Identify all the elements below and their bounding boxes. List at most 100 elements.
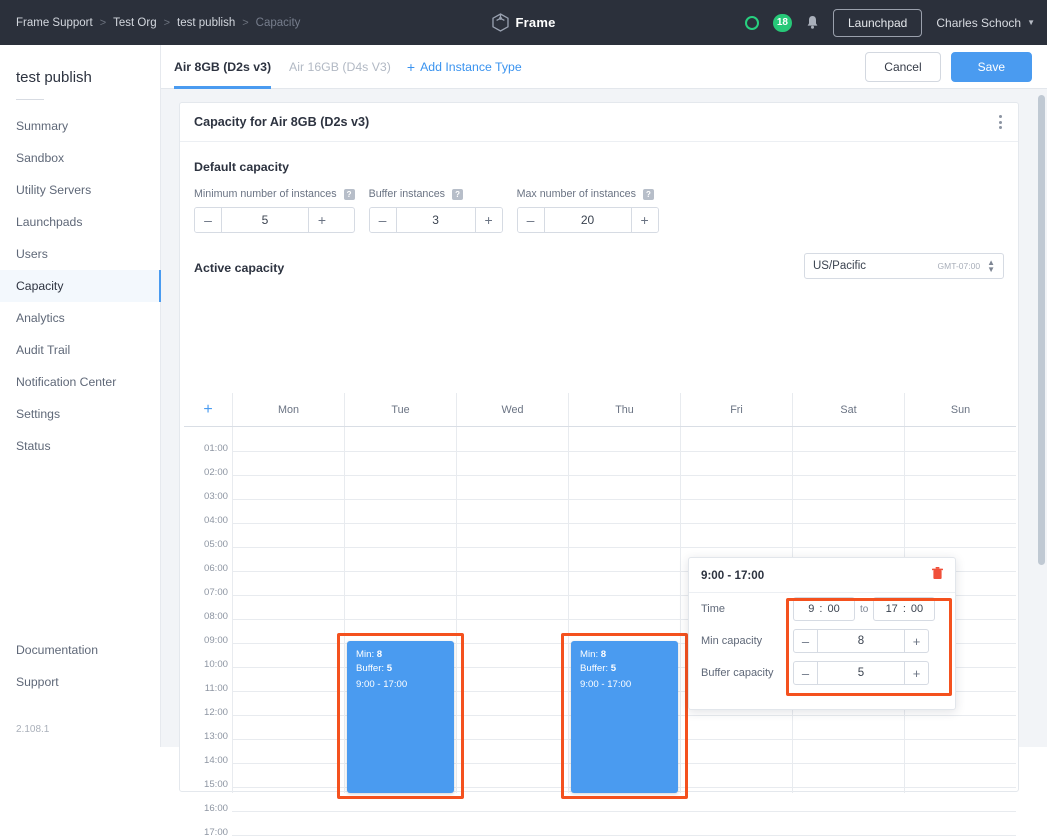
- increment-button[interactable]: +: [309, 208, 335, 232]
- scrollbar-thumb[interactable]: [1038, 95, 1045, 565]
- field-minimum-instances: Minimum number of instances ? – 5 +: [194, 188, 355, 233]
- tab-air-8gb[interactable]: Air 8GB (D2s v3): [174, 45, 272, 89]
- status-ring-icon[interactable]: [744, 15, 759, 30]
- cancel-button[interactable]: Cancel: [865, 51, 941, 82]
- minimum-instances-value[interactable]: 5: [221, 208, 309, 232]
- buffer-capacity-value[interactable]: 5: [817, 662, 905, 684]
- sidebar-item-capacity[interactable]: Capacity: [0, 270, 161, 302]
- stepper-max-instances: – 20 +: [516, 207, 659, 233]
- decrement-button[interactable]: –: [195, 208, 221, 232]
- capacity-event-thu[interactable]: Min: 8 Buffer: 5 9:00 - 17:00: [571, 641, 678, 793]
- sidebar-item-notification-center[interactable]: Notification Center: [0, 366, 160, 398]
- increment-button[interactable]: +: [475, 208, 502, 232]
- add-schedule-column-button[interactable]: +: [184, 393, 232, 426]
- active-capacity-header: Active capacity US/Pacific GMT-07:00 ▲ ▼: [180, 233, 1018, 279]
- sidebar-item-sandbox[interactable]: Sandbox: [0, 142, 160, 174]
- capacity-event-tue[interactable]: Min: 8 Buffer: 5 9:00 - 17:00: [347, 641, 454, 793]
- add-instance-type-label: Add Instance Type: [420, 59, 522, 74]
- sidebar-item-settings[interactable]: Settings: [0, 398, 160, 430]
- breadcrumb-item-test-org[interactable]: Test Org: [113, 17, 156, 29]
- calendar-header-thu: Thu: [568, 393, 680, 426]
- trash-icon[interactable]: [932, 567, 943, 583]
- kebab-menu-icon[interactable]: [995, 111, 1006, 133]
- event-min-value: 8: [376, 649, 383, 660]
- help-icon[interactable]: ?: [452, 188, 464, 200]
- popup-row-time: Time 9 : 00 to 17 : 00: [689, 593, 955, 625]
- time-colon: :: [819, 603, 823, 615]
- end-hour-value: 17: [885, 603, 898, 615]
- event-min-line: Min: 8: [356, 648, 445, 662]
- bell-icon[interactable]: [806, 15, 819, 30]
- card-header: Capacity for Air 8GB (D2s v3): [180, 103, 1018, 142]
- event-time-range: 9:00 - 17:00: [356, 679, 408, 690]
- decrement-button[interactable]: –: [517, 208, 544, 232]
- buffer-instances-value[interactable]: 3: [395, 208, 476, 232]
- event-buffer-line: Buffer: 5: [580, 662, 669, 676]
- sidebar-item-users[interactable]: Users: [0, 238, 160, 270]
- tab-air-16gb[interactable]: Air 16GB (D4s V3): [289, 45, 391, 89]
- breadcrumb-item-test-publish[interactable]: test publish: [177, 17, 235, 29]
- plus-icon: +: [406, 58, 416, 75]
- increment-button[interactable]: +: [905, 662, 928, 684]
- top-navigation-bar: Frame Support > Test Org > test publish …: [0, 0, 1047, 45]
- sidebar-item-documentation[interactable]: Documentation: [0, 634, 160, 666]
- user-menu[interactable]: Charles Schoch ▼: [936, 16, 1035, 30]
- hour-row: 17:00: [184, 811, 1016, 838]
- decrement-button[interactable]: –: [369, 208, 396, 232]
- help-icon[interactable]: ?: [642, 188, 654, 200]
- cube-icon: [491, 13, 509, 32]
- user-name-label: Charles Schoch: [936, 15, 1022, 30]
- notification-count-badge[interactable]: 18: [772, 13, 792, 32]
- timezone-offset: GMT-07:00: [937, 261, 981, 271]
- end-time-input[interactable]: 17 : 00: [873, 597, 936, 621]
- timezone-select[interactable]: US/Pacific GMT-07:00 ▲ ▼: [804, 253, 1004, 279]
- decrement-button[interactable]: –: [794, 662, 817, 684]
- label-text: Buffer instances: [368, 188, 446, 200]
- stepper-minimum-instances: – 5 +: [194, 207, 355, 233]
- breadcrumb-item-capacity: Capacity: [255, 16, 301, 29]
- sidebar-item-audit-trail[interactable]: Audit Trail: [0, 334, 160, 366]
- popup-label-buffer-capacity: Buffer capacity: [701, 667, 774, 679]
- stepper-min-capacity: – 8 +: [793, 629, 929, 653]
- field-max-instances: Max number of instances ? – 20 +: [516, 188, 659, 233]
- label-text: Max number of instances: [516, 188, 636, 200]
- hour-row: 03:00: [184, 475, 1016, 502]
- active-capacity-heading: Active capacity: [194, 261, 285, 275]
- help-icon[interactable]: ?: [343, 188, 355, 200]
- sidebar-item-summary[interactable]: Summary: [0, 110, 160, 142]
- sidebar-footer: Documentation Support 2.108.1: [0, 634, 160, 747]
- card-title: Capacity for Air 8GB (D2s v3): [194, 115, 370, 129]
- calendar-header-mon: Mon: [232, 393, 344, 426]
- launchpad-button[interactable]: Launchpad: [832, 8, 923, 37]
- breadcrumb-separator: >: [163, 16, 171, 29]
- sidebar-item-analytics[interactable]: Analytics: [0, 302, 160, 334]
- sidebar-item-status[interactable]: Status: [0, 430, 160, 462]
- stepper-buffer-capacity: – 5 +: [793, 661, 929, 685]
- event-min-label: Min:: [356, 649, 375, 660]
- sidebar-item-launchpads[interactable]: Launchpads: [0, 206, 160, 238]
- increment-button[interactable]: +: [905, 630, 928, 652]
- sidebar-item-support[interactable]: Support: [0, 666, 160, 698]
- top-right-controls: 18 Launchpad Charles Schoch ▼: [744, 8, 1035, 37]
- popup-row-min-capacity: Min capacity – 8 +: [689, 625, 955, 657]
- sidebar-divider: [16, 99, 44, 100]
- max-instances-value[interactable]: 20: [543, 208, 632, 232]
- start-time-input[interactable]: 9 : 00: [793, 597, 855, 621]
- save-button[interactable]: Save: [950, 51, 1032, 82]
- sidebar-item-utility-servers[interactable]: Utility Servers: [0, 174, 160, 206]
- hour-label-17: 17:00: [203, 827, 228, 838]
- decrement-button[interactable]: –: [794, 630, 817, 652]
- increment-button[interactable]: +: [631, 208, 658, 232]
- page-scrollbar[interactable]: [1038, 45, 1045, 747]
- event-buffer-value: 5: [386, 663, 393, 674]
- add-instance-type-button[interactable]: + Add Instance Type: [407, 60, 522, 74]
- calendar-header-tue: Tue: [344, 393, 456, 426]
- breadcrumb-item-frame-support[interactable]: Frame Support: [16, 17, 93, 29]
- chevron-down-icon: ▼: [1027, 18, 1035, 27]
- brand-logo: Frame: [491, 13, 555, 32]
- field-label-minimum-instances: Minimum number of instances ?: [194, 188, 355, 200]
- event-edit-popup: 9:00 - 17:00 Time 9 : 00 to 17 : 00 Min …: [688, 557, 956, 710]
- version-label: 2.108.1: [16, 724, 50, 735]
- min-capacity-value[interactable]: 8: [817, 630, 905, 652]
- start-hour-value: 9: [808, 603, 815, 615]
